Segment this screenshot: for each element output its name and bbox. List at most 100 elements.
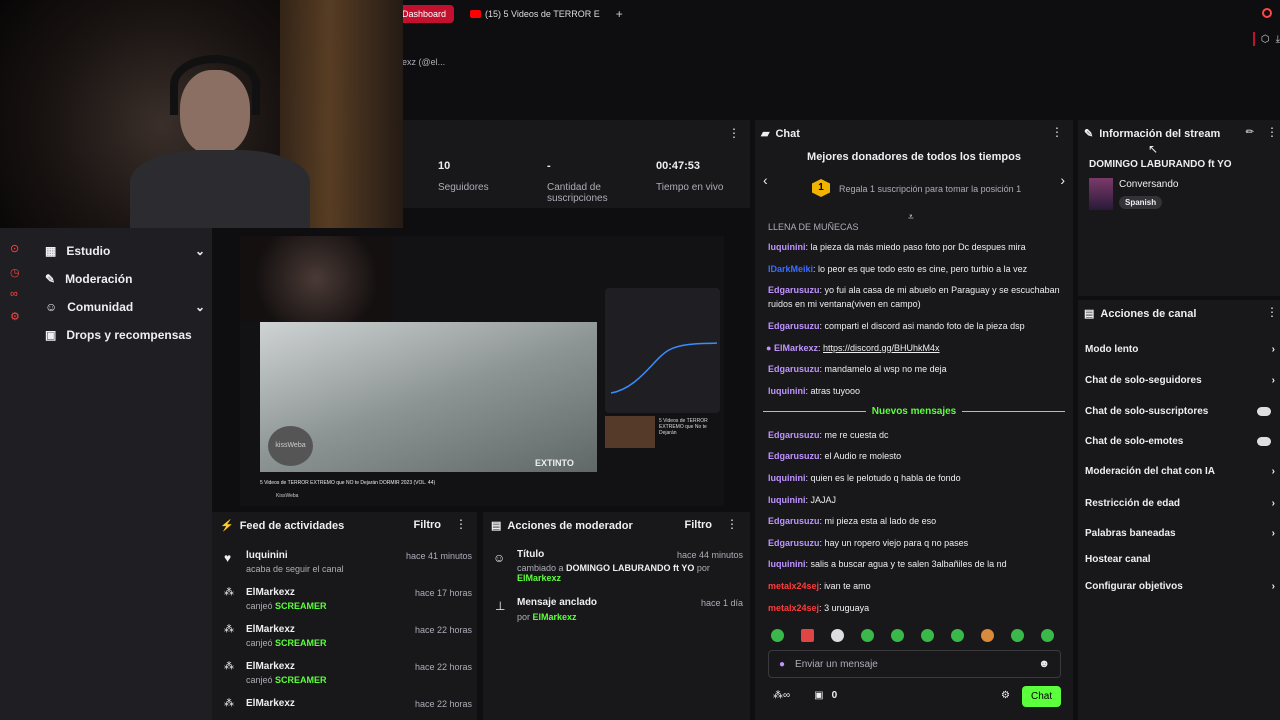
feed-item-desc: acaba de seguir el canal — [246, 564, 344, 574]
stream-preview[interactable]: EXTINTO kissWeba 5 Videos de TERROR EXTR… — [240, 236, 724, 506]
mic-badge-icon: ● — [766, 343, 772, 353]
chevron-right-icon: › — [1271, 344, 1275, 355]
mod-filter-button[interactable]: Filtro — [685, 519, 713, 531]
chat-input[interactable]: ● Enviar un mensaje ☻ — [768, 650, 1061, 678]
stream-stats: ⋮ 10 Seguidores - Cantidad de suscripcio… — [403, 120, 750, 208]
emote-icon[interactable] — [951, 629, 964, 642]
views-graph — [610, 342, 718, 394]
subs-label: Cantidad de suscripciones — [547, 182, 608, 204]
preview-webcam — [240, 236, 393, 322]
emote-icon[interactable] — [921, 629, 934, 642]
actions-more-icon[interactable]: ⋮ — [1266, 305, 1278, 319]
toolbar-icons: ⬡ ⤓ — [1252, 32, 1280, 46]
action-host-channel[interactable]: Hostear canal — [1085, 554, 1275, 565]
chat-send-button[interactable]: Chat — [1022, 686, 1062, 707]
toggle-switch[interactable] — [1257, 437, 1271, 446]
person-body — [130, 150, 310, 228]
feed-item-user: ElMarkexz — [246, 587, 295, 598]
title-change-icon: ☺ — [493, 551, 506, 565]
mod-item-title: Mensaje anclado — [517, 597, 598, 608]
settings-icon[interactable]: ⚙ — [10, 310, 20, 323]
preview-analytics — [605, 288, 720, 413]
chat-message: Edgarusuzu: yo fui ala casa de mi abuelo… — [768, 285, 1060, 309]
feed-header: ⚡ Feed de actividades — [220, 519, 344, 533]
chevron-down-icon: ⌄ — [194, 300, 205, 314]
feed-item-time: hace 17 horas — [414, 588, 472, 598]
feed-item-desc: canjeó SCREAMER — [246, 675, 327, 685]
points-count: 0 — [831, 690, 838, 701]
chat-link[interactable]: https://discord.gg/BHUhkM4x — [823, 343, 940, 353]
points-icon: ⁂ — [224, 587, 234, 598]
action-goals[interactable]: Configurar objetivos › — [1085, 581, 1275, 592]
next-arrow-icon[interactable]: › — [1060, 172, 1065, 188]
action-subs-only[interactable]: Chat de solo-suscriptores — [1085, 406, 1275, 417]
feed-item-user: luquinini — [246, 550, 288, 561]
subs-stat: - Cantidad de suscripciones — [547, 160, 647, 204]
rank-badge: 1 — [812, 179, 830, 197]
chat-message: luquinini: JAJAJ — [768, 495, 837, 505]
toggle-switch[interactable] — [1257, 407, 1271, 416]
action-slow-mode[interactable]: Modo lento › — [1085, 344, 1275, 355]
action-banned-words[interactable]: Palabras baneadas › — [1085, 528, 1275, 539]
emote-icon[interactable] — [891, 629, 904, 642]
mod-item-time: hace 44 minutos — [676, 550, 743, 560]
stats-more-icon[interactable]: ⋮ — [728, 126, 740, 140]
chat-message: Edgarusuzu: el Audio re molesto — [768, 451, 902, 461]
edit-icon[interactable]: ✏ — [1246, 127, 1254, 138]
mod-more-icon[interactable]: ⋮ — [726, 517, 738, 531]
points-icon: ⁂ — [224, 624, 234, 635]
tab-dashboard[interactable]: Dashboard — [394, 5, 455, 23]
sidebar-item-comunidad[interactable]: ☺ Comunidad ⌄ — [45, 300, 205, 314]
action-age-restriction[interactable]: Restricción de edad › — [1085, 498, 1275, 509]
heart-icon: ♥ — [224, 551, 232, 565]
emote-icon[interactable] — [771, 629, 784, 642]
points-icon[interactable]: ⁂∞ — [773, 690, 790, 701]
headphones-shape — [170, 55, 260, 115]
emote-icon[interactable] — [801, 629, 814, 642]
emote-icon[interactable] — [981, 629, 994, 642]
emote-icon[interactable] — [1041, 629, 1054, 642]
gift-box-icon[interactable]: ▣ — [814, 690, 823, 701]
sidebar-item-estudio[interactable]: ▦ Estudio ⌄ — [45, 244, 205, 258]
actions-title: Acciones de canal — [1100, 307, 1197, 320]
feed-more-icon[interactable]: ⋮ — [455, 517, 467, 531]
chat-message: luquinini: quien es le pelotudo q habla … — [768, 473, 961, 483]
extension-icon[interactable]: ⬡ — [1261, 34, 1270, 45]
views-graph-line — [610, 342, 718, 394]
download-icon[interactable]: ⤓ — [1276, 34, 1280, 45]
feed-item-time: hace 41 minutos — [405, 551, 472, 561]
camera-small-icon[interactable]: ⊙ — [10, 242, 19, 255]
sidebar-item-label: Estudio — [66, 244, 111, 258]
tab-youtube[interactable]: (15) 5 Videos de TERROR E — [462, 5, 608, 23]
list-icon: ▤ — [1084, 308, 1095, 320]
action-ai-moderation[interactable]: Moderación del chat con IA › — [1085, 466, 1275, 477]
link-icon[interactable]: ∞ — [10, 288, 18, 300]
stream-info-panel: ✎ Información del stream ✏ ⋮ ↖ DOMINGO L… — [1078, 120, 1280, 296]
chevron-right-icon: › — [1271, 581, 1275, 592]
emote-icon[interactable] — [831, 629, 844, 642]
sidebar-item-moderacion[interactable]: ✎ Moderación — [45, 272, 205, 286]
action-emotes-only[interactable]: Chat de solo-emotes — [1085, 436, 1275, 447]
new-messages-label: Nuevos mensajes — [871, 406, 957, 417]
chat-more-icon[interactable]: ⋮ — [1051, 125, 1063, 139]
emoji-icon[interactable]: ☻ — [1038, 658, 1050, 670]
chat-message: metalx24sej: 3 uruguaya — [768, 603, 870, 613]
chat-settings-icon[interactable]: ⚙ — [1001, 690, 1010, 701]
chat-message: IDarkMeiki: lo peor es que todo esto es … — [768, 264, 1028, 274]
emote-icon[interactable] — [861, 629, 874, 642]
info-more-icon[interactable]: ⋮ — [1266, 125, 1278, 139]
category-name: Conversando — [1119, 179, 1179, 190]
mic-icon[interactable]: ● — [779, 659, 785, 670]
search-icon[interactable] — [1262, 8, 1272, 18]
new-messages-divider: Nuevos mensajes — [763, 406, 1065, 417]
live-time-stat: 00:47:53 Tiempo en vivo — [656, 160, 746, 193]
new-tab-button[interactable]: + — [616, 7, 623, 21]
action-followers-only[interactable]: Chat de solo-seguidores › — [1085, 375, 1275, 386]
feed-filter-button[interactable]: Filtro — [414, 519, 442, 531]
mod-header: ▤ Acciones de moderador — [491, 519, 633, 533]
clock-icon[interactable]: ◷ — [10, 266, 20, 279]
sidebar-item-drops[interactable]: ▣ Drops y recompensas — [45, 328, 205, 342]
emote-icon[interactable] — [1011, 629, 1024, 642]
prev-arrow-icon[interactable]: ‹ — [763, 172, 768, 188]
feed-item-time: hace 22 horas — [414, 699, 472, 709]
